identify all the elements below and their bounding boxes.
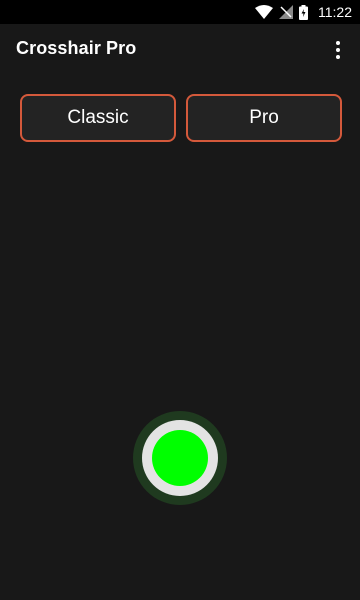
app-title: Crosshair Pro <box>16 38 137 58</box>
toggle-ring <box>142 420 218 496</box>
more-vert-icon[interactable] <box>326 36 350 64</box>
pro-mode-button[interactable]: Pro <box>186 94 342 142</box>
menu-dot <box>336 41 340 45</box>
battery-icon <box>299 4 308 20</box>
signal-icon <box>279 5 293 19</box>
crosshair-toggle-icon <box>152 430 208 486</box>
status-bar: 11:22 <box>0 0 360 24</box>
menu-dot <box>336 55 340 59</box>
menu-dot <box>336 48 340 52</box>
wifi-icon <box>255 5 273 19</box>
status-time: 11:22 <box>318 4 352 20</box>
status-icons: 11:22 <box>255 0 352 24</box>
crosshair-toggle-button[interactable] <box>133 411 227 505</box>
mode-buttons: Classic Pro <box>20 94 342 142</box>
classic-mode-button[interactable]: Classic <box>20 94 176 142</box>
app-bar: Crosshair Pro <box>0 24 360 76</box>
app-screen: 11:22 Crosshair Pro Classic Pro <box>0 0 360 600</box>
